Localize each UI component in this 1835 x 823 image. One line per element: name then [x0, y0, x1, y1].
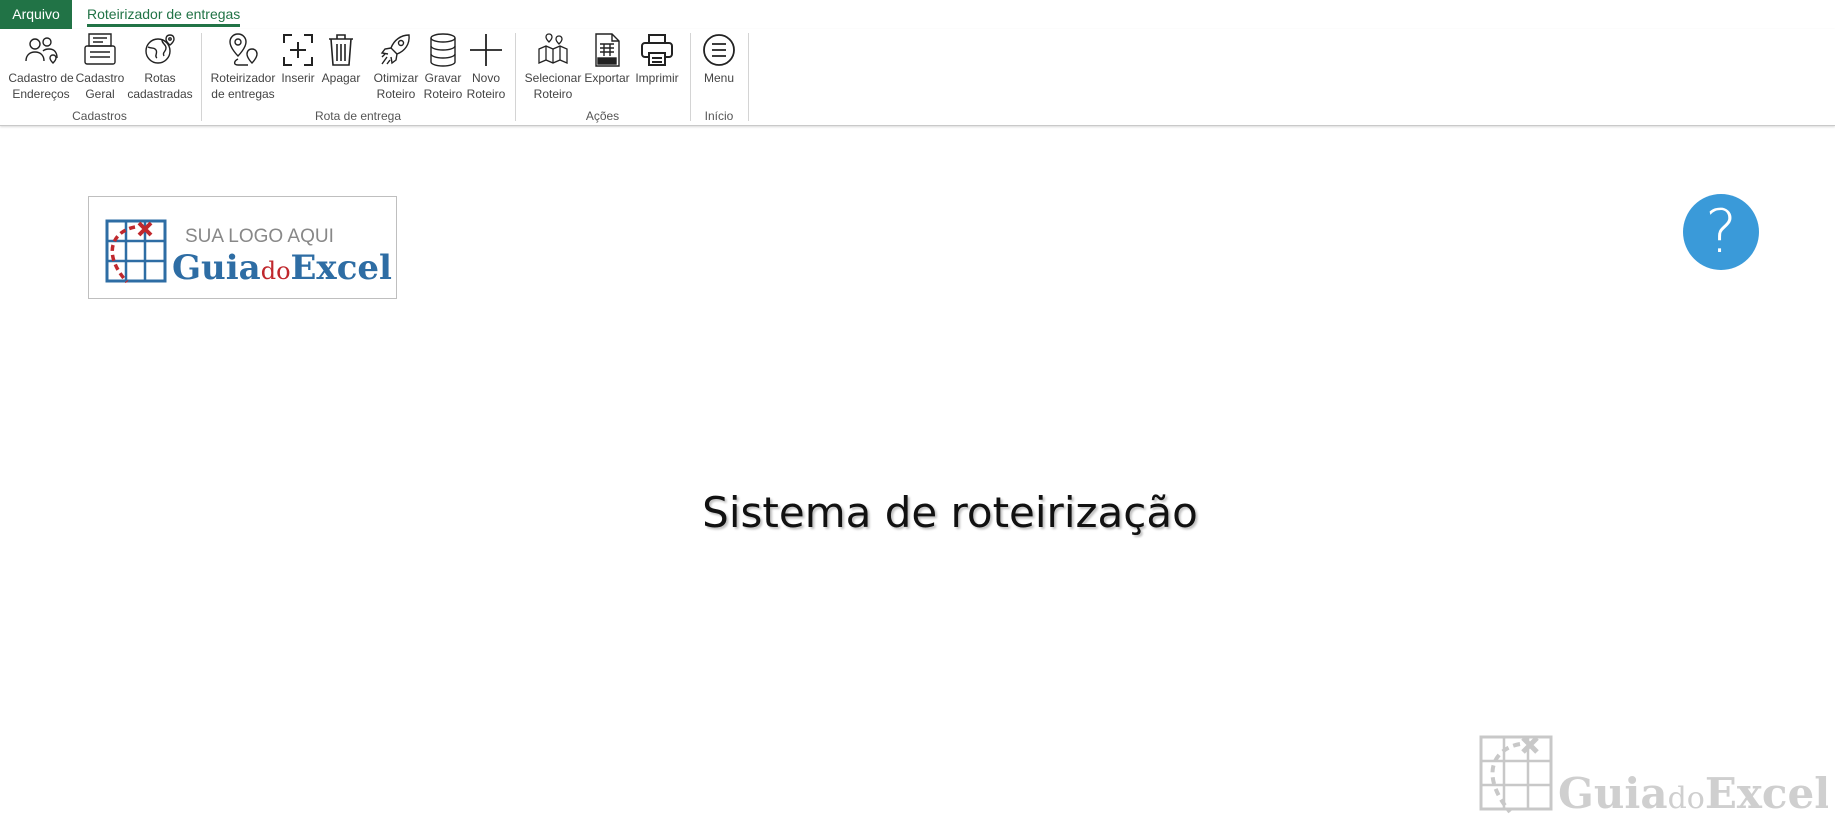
imprimir-label: Imprimir [635, 71, 679, 85]
rocket-icon [380, 34, 410, 65]
map-pins-icon [229, 33, 258, 66]
logo-brand-excel: Excel [291, 248, 393, 288]
svg-text:GuiadoExcel: GuiadoExcel [1558, 769, 1828, 816]
register-icon [84, 33, 116, 65]
trash-icon [329, 34, 353, 66]
group-separator [201, 33, 202, 121]
plus-icon [470, 34, 502, 66]
logo-tagline: SUA LOGO AQUI [185, 226, 334, 247]
imprimir-button[interactable]: Imprimir [632, 31, 682, 86]
roteirizador-entregas-button[interactable]: Roteirizador de entregas [210, 31, 276, 102]
roteirizador-entregas-label: Roteirizador de entregas [210, 71, 276, 101]
rotas-cadastradas-button[interactable]: Rotas cadastradas [126, 31, 194, 102]
menu-label: Menu [703, 71, 735, 85]
apagar-button[interactable]: Apagar [319, 31, 363, 86]
company-logo[interactable]: SUA LOGO AQUI GuiadoExcel [88, 196, 397, 299]
tab-roteirizador-label: Roteirizador de entregas [87, 6, 241, 22]
exportar-label: Exportar [584, 71, 630, 85]
database-icon [430, 33, 456, 67]
cadastro-geral-label: Cadastro Geral [75, 71, 125, 101]
otimizar-roteiro-button[interactable]: Otimizar Roteiro [371, 31, 421, 102]
ribbon-tab-bar: Arquivo Roteirizador de entregas [0, 0, 1835, 29]
rotas-cadastradas-label: Rotas cadastradas [127, 71, 193, 101]
printer-icon [641, 34, 673, 66]
ribbon: Cadastro de Endereços Cadastro Geral Rot… [0, 29, 1835, 126]
cadastro-enderecos-label: Cadastro de Endereços [8, 71, 74, 101]
watermark-brand-excel: Excel [1705, 769, 1828, 816]
group-acoes: Ações [585, 109, 620, 123]
logo-brand-do: do [261, 257, 291, 285]
page-title: Sistema de roteirização [702, 488, 1198, 537]
cadastro-enderecos-button[interactable]: Cadastro de Endereços [6, 31, 76, 102]
group-separator [515, 33, 516, 121]
gravar-roteiro-label: Gravar Roteiro [423, 71, 463, 101]
watermark-brand-guia: Guia [1558, 769, 1668, 816]
group-rota-entrega: Rota de entrega [314, 109, 402, 123]
menu-circle-icon [703, 34, 735, 66]
gravar-roteiro-button[interactable]: Gravar Roteiro [421, 31, 465, 102]
xlsx-file-icon [595, 33, 620, 67]
group-separator [690, 33, 691, 121]
group-inicio: Início [704, 109, 734, 123]
exportar-button[interactable]: Exportar [583, 31, 631, 86]
watermark-graphic: GuiadoExcel [1479, 735, 1830, 818]
help-button[interactable]: ? [1683, 194, 1759, 270]
svg-text:GuiadoExcel: GuiadoExcel [172, 248, 392, 288]
active-tab-underline [87, 24, 241, 27]
selecionar-roteiro-button[interactable]: Selecionar Roteiro [524, 31, 582, 102]
tab-roteirizador[interactable]: Roteirizador de entregas [87, 0, 241, 29]
group-separator [748, 33, 749, 121]
insert-icon [283, 34, 313, 66]
selecionar-roteiro-label: Selecionar Roteiro [524, 71, 582, 101]
novo-roteiro-button[interactable]: Novo Roteiro [464, 31, 508, 102]
tab-file[interactable]: Arquivo [0, 0, 72, 29]
apagar-label: Apagar [321, 71, 361, 85]
watermark-brand-do: do [1668, 781, 1705, 816]
map-select-icon [538, 33, 568, 64]
logo-brand-guia: Guia [172, 248, 261, 288]
logo-graphic: SUA LOGO AQUI GuiadoExcel [105, 219, 392, 288]
group-cadastros: Cadastros [72, 109, 127, 123]
watermark-logo: GuiadoExcel [1478, 734, 1830, 818]
novo-roteiro-label: Novo Roteiro [466, 71, 506, 101]
inserir-label: Inserir [281, 71, 315, 85]
menu-button[interactable]: Menu [697, 31, 741, 86]
question-mark-icon: ? [1705, 197, 1737, 267]
people-pin-icon [25, 37, 58, 64]
inserir-button[interactable]: Inserir [278, 31, 318, 86]
otimizar-roteiro-label: Otimizar Roteiro [373, 71, 419, 101]
globe-route-icon [145, 34, 175, 64]
cadastro-geral-button[interactable]: Cadastro Geral [74, 31, 126, 102]
